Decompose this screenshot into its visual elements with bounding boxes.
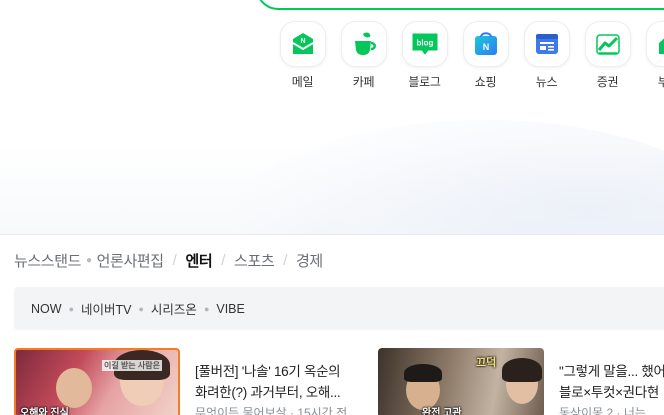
thumbnail-person bbox=[56, 368, 92, 408]
cafe-icon bbox=[340, 21, 387, 67]
section-divider bbox=[0, 234, 664, 235]
shortcut-shopping[interactable]: N 쇼핑 bbox=[455, 21, 516, 90]
tab-separator: / bbox=[172, 252, 177, 269]
shortcut-realestate[interactable]: 부동 bbox=[638, 21, 664, 90]
shortcut-label: 증권 bbox=[596, 75, 619, 89]
stock-icon bbox=[584, 21, 631, 67]
svg-text:blog: blog bbox=[416, 39, 433, 48]
tab-newsstand[interactable]: 뉴스스탠드 bbox=[14, 250, 81, 271]
tab-entertainment[interactable]: 엔터 bbox=[185, 250, 212, 271]
tab-dot-separator: ● bbox=[86, 255, 92, 266]
thumbnail-caption: 오해와 진실 bbox=[20, 408, 69, 415]
shortcut-label: 메일 bbox=[291, 75, 314, 89]
tab-economy[interactable]: 경제 bbox=[296, 250, 323, 271]
subnav-dot: ● bbox=[138, 303, 144, 314]
subnav-vibe[interactable]: VIBE bbox=[216, 302, 245, 316]
subnav-navertv[interactable]: 네이버TV bbox=[81, 299, 131, 318]
shortcut-stock[interactable]: 증권 bbox=[577, 21, 638, 90]
video-thumbnail[interactable]: 끄덕 완전 고관 bbox=[378, 348, 544, 415]
svg-text:N: N bbox=[300, 38, 305, 45]
tab-press-edit[interactable]: 언론사편집 bbox=[97, 250, 164, 271]
thumbnail-hair bbox=[502, 358, 542, 382]
content-tabs: 뉴스스탠드 ● 언론사편집 / 엔터 / 스포츠 / 경제 bbox=[14, 250, 323, 271]
subnav-serieson[interactable]: 시리즈온 bbox=[151, 299, 197, 318]
shortcut-label: 카페 bbox=[352, 75, 375, 89]
shortcut-blog[interactable]: blog 블로그 bbox=[394, 21, 455, 90]
search-box-edge[interactable] bbox=[256, 0, 664, 10]
shopping-icon: N bbox=[462, 21, 509, 67]
news-meta: 무엇이든 물어보살 · 15시간 전 bbox=[195, 406, 348, 415]
news-headline[interactable]: [풀버전] '나솔' 16기 옥순의 화려한(?) 과거부터, 오해... bbox=[195, 361, 341, 403]
entertainment-subnav: NOW ● 네이버TV ● 시리즈온 ● VIBE bbox=[14, 287, 664, 330]
subnav-now[interactable]: NOW bbox=[31, 302, 62, 316]
subnav-dot: ● bbox=[68, 303, 74, 314]
background-swoosh bbox=[224, 120, 664, 234]
blog-icon: blog bbox=[401, 21, 448, 67]
video-thumbnail[interactable]: 이길 받는 사람은 오해와 진실 bbox=[14, 348, 180, 415]
tab-separator: / bbox=[283, 252, 288, 269]
headline-line: 블로×투컷×권다현 bbox=[559, 385, 660, 400]
thumbnail-tag: 끄덕 bbox=[476, 357, 497, 369]
news-icon bbox=[523, 21, 570, 67]
headline-line: [풀버전] '나솔' 16기 옥순의 bbox=[195, 364, 341, 379]
service-shortcuts: N 메일 카페 blog 블로그 N 쇼핑 뉴스 증권 부 bbox=[272, 21, 664, 90]
shortcut-label: 블로그 bbox=[408, 75, 441, 89]
shortcut-label: 부동 bbox=[657, 75, 664, 89]
news-headline[interactable]: "그렇게 말을... 했어 블로×투컷×권다현 bbox=[559, 361, 664, 403]
svg-text:N: N bbox=[482, 42, 489, 52]
subnav-dot: ● bbox=[203, 303, 210, 314]
tab-sports[interactable]: 스포츠 bbox=[234, 250, 275, 271]
realestate-icon bbox=[645, 21, 664, 67]
news-meta: 동상이몽 2 · 너는 bbox=[559, 406, 646, 415]
shortcut-label: 뉴스 bbox=[535, 75, 558, 89]
mail-icon: N bbox=[279, 21, 326, 67]
thumbnail-hair bbox=[404, 364, 442, 382]
shortcut-mail[interactable]: N 메일 bbox=[272, 21, 333, 90]
thumbnail-tag: 이길 받는 사람은 bbox=[102, 360, 162, 371]
thumbnail-caption: 완전 고관 bbox=[422, 408, 462, 415]
shortcut-cafe[interactable]: 카페 bbox=[333, 21, 394, 90]
headline-line: 화려한(?) 과거부터, 오해... bbox=[195, 385, 341, 400]
shortcut-news[interactable]: 뉴스 bbox=[516, 21, 577, 90]
shortcut-label: 쇼핑 bbox=[474, 75, 497, 89]
headline-line: "그렇게 말을... 했어 bbox=[559, 364, 664, 379]
tab-separator: / bbox=[221, 252, 226, 269]
